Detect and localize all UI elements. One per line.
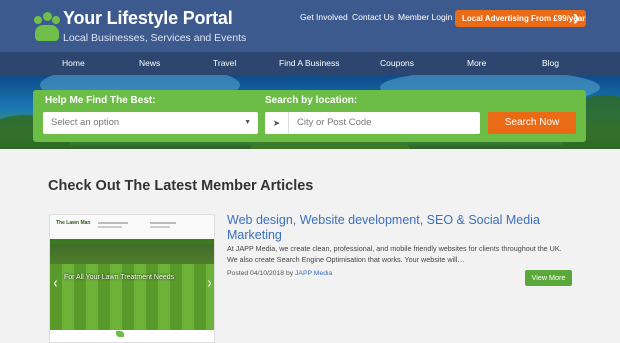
nav-news[interactable]: News bbox=[139, 58, 160, 68]
thumbnail-logo-text: The Lawn Man bbox=[56, 220, 91, 226]
nav-more[interactable]: More bbox=[467, 58, 486, 68]
category-select[interactable]: Select an option ▼ bbox=[43, 112, 258, 134]
find-label: Help Me Find The Best: bbox=[45, 95, 156, 106]
caret-down-icon: ▼ bbox=[244, 119, 251, 126]
section-title: Check Out The Latest Member Articles bbox=[48, 178, 314, 194]
article-author-link[interactable]: JAPP Media bbox=[295, 270, 332, 277]
article-title[interactable]: Web design, Website development, SEO & S… bbox=[227, 213, 567, 243]
nav-coupons[interactable]: Coupons bbox=[380, 58, 414, 68]
member-login-link[interactable]: Member Login bbox=[398, 12, 452, 22]
nav-blog[interactable]: Blog bbox=[542, 58, 559, 68]
view-more-button[interactable]: View More bbox=[525, 270, 572, 286]
people-group-icon[interactable] bbox=[34, 12, 60, 42]
search-now-button[interactable]: Search Now bbox=[488, 112, 576, 134]
leaf-icon bbox=[116, 331, 124, 337]
slide-prev-icon: ❮ bbox=[53, 281, 59, 287]
nav-home[interactable]: Home bbox=[62, 58, 85, 68]
location-label: Search by location: bbox=[265, 95, 358, 106]
slide-next-icon: ❯ bbox=[207, 281, 213, 287]
contact-us-link[interactable]: Contact Us bbox=[352, 12, 394, 22]
site-tagline: Local Businesses, Services and Events bbox=[63, 32, 247, 44]
chevron-right-icon: ❯ bbox=[572, 13, 580, 23]
location-arrow-icon[interactable]: ➤ bbox=[265, 112, 289, 134]
nav-travel[interactable]: Travel bbox=[213, 58, 236, 68]
site-title[interactable]: Your Lifestyle Portal bbox=[63, 8, 233, 29]
local-advertising-button[interactable]: Local Advertising From £99/year ❯ bbox=[455, 10, 586, 27]
location-input[interactable]: City or Post Code bbox=[289, 112, 480, 134]
article-excerpt: At JAPP Media, we create clean, professi… bbox=[227, 244, 562, 264]
search-panel: Help Me Find The Best: Search by locatio… bbox=[33, 90, 586, 142]
nav-find-a-business[interactable]: Find A Business bbox=[279, 58, 339, 68]
category-select-value: Select an option bbox=[51, 117, 120, 128]
posted-date: Posted 04/10/2018 by bbox=[227, 270, 296, 277]
local-advertising-label: Local Advertising From £99/year bbox=[462, 14, 586, 23]
thumbnail-caption: For All Your Lawn Treatment Needs bbox=[64, 274, 175, 281]
site-header: Your Lifestyle Portal Local Businesses, … bbox=[0, 0, 620, 52]
main-nav: Home News Travel Find A Business Coupons… bbox=[0, 52, 620, 75]
article-meta: Posted 04/10/2018 by JAPP Media bbox=[227, 270, 332, 277]
get-involved-link[interactable]: Get Involved bbox=[300, 12, 348, 22]
article-thumbnail[interactable]: The Lawn Man For All Your Lawn Treatment… bbox=[49, 214, 215, 343]
